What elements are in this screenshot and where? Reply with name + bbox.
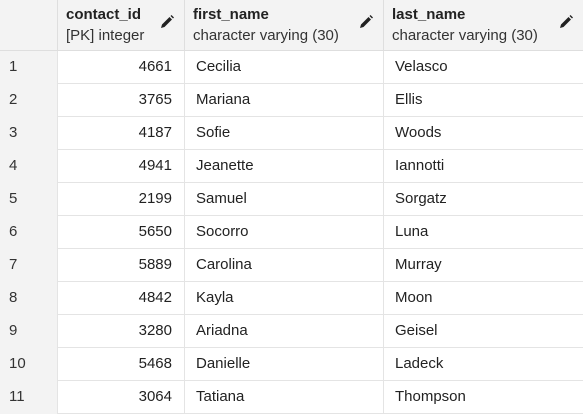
data-output-grid: contact_id [PK] integer first_name chara… — [0, 0, 583, 414]
cell-last-name[interactable]: Luna — [384, 216, 583, 249]
table-row[interactable]: 1 4661 Cecilia Velasco — [0, 51, 583, 84]
row-number[interactable]: 5 — [0, 183, 58, 216]
table-row[interactable]: 7 5889 Carolina Murray — [0, 249, 583, 282]
cell-first-name[interactable]: Jeanette — [185, 150, 384, 183]
cell-contact-id[interactable]: 3280 — [58, 315, 185, 348]
grid-body: 1 4661 Cecilia Velasco 2 3765 Mariana El… — [0, 51, 583, 414]
cell-contact-id[interactable]: 2199 — [58, 183, 185, 216]
table-row[interactable]: 5 2199 Samuel Sorgatz — [0, 183, 583, 216]
cell-contact-id[interactable]: 5889 — [58, 249, 185, 282]
table-row[interactable]: 4 4941 Jeanette Iannotti — [0, 150, 583, 183]
cell-last-name[interactable]: Moon — [384, 282, 583, 315]
pencil-icon[interactable] — [159, 14, 175, 30]
table-row[interactable]: 2 3765 Mariana Ellis — [0, 84, 583, 117]
row-number[interactable]: 2 — [0, 84, 58, 117]
cell-first-name[interactable]: Kayla — [185, 282, 384, 315]
column-header-contact-id[interactable]: contact_id [PK] integer — [58, 0, 185, 51]
cell-contact-id[interactable]: 4941 — [58, 150, 185, 183]
cell-contact-id[interactable]: 4842 — [58, 282, 185, 315]
cell-last-name[interactable]: Iannotti — [384, 150, 583, 183]
row-number[interactable]: 8 — [0, 282, 58, 315]
cell-contact-id[interactable]: 3064 — [58, 381, 185, 414]
cell-first-name[interactable]: Danielle — [185, 348, 384, 381]
cell-first-name[interactable]: Ariadna — [185, 315, 384, 348]
row-number[interactable]: 3 — [0, 117, 58, 150]
row-number[interactable]: 10 — [0, 348, 58, 381]
row-number[interactable]: 11 — [0, 381, 58, 414]
column-header-last-name[interactable]: last_name character varying (30) — [384, 0, 583, 51]
table-row[interactable]: 3 4187 Sofie Woods — [0, 117, 583, 150]
cell-first-name[interactable]: Carolina — [185, 249, 384, 282]
table-row[interactable]: 11 3064 Tatiana Thompson — [0, 381, 583, 414]
cell-last-name[interactable]: Velasco — [384, 51, 583, 84]
table-row[interactable]: 8 4842 Kayla Moon — [0, 282, 583, 315]
cell-contact-id[interactable]: 4661 — [58, 51, 185, 84]
cell-first-name[interactable]: Mariana — [185, 84, 384, 117]
cell-first-name[interactable]: Sofie — [185, 117, 384, 150]
cell-first-name[interactable]: Socorro — [185, 216, 384, 249]
column-type: character varying (30) — [193, 27, 339, 44]
table-row[interactable]: 9 3280 Ariadna Geisel — [0, 315, 583, 348]
cell-last-name[interactable]: Ellis — [384, 84, 583, 117]
cell-last-name[interactable]: Sorgatz — [384, 183, 583, 216]
grid-header: contact_id [PK] integer first_name chara… — [0, 0, 583, 51]
cell-first-name[interactable]: Samuel — [185, 183, 384, 216]
cell-last-name[interactable]: Murray — [384, 249, 583, 282]
cell-first-name[interactable]: Cecilia — [185, 51, 384, 84]
cell-contact-id[interactable]: 5468 — [58, 348, 185, 381]
cell-last-name[interactable]: Woods — [384, 117, 583, 150]
pencil-icon[interactable] — [358, 14, 374, 30]
cell-contact-id[interactable]: 5650 — [58, 216, 185, 249]
table-row[interactable]: 6 5650 Socorro Luna — [0, 216, 583, 249]
cell-last-name[interactable]: Geisel — [384, 315, 583, 348]
cell-last-name[interactable]: Ladeck — [384, 348, 583, 381]
row-number[interactable]: 4 — [0, 150, 58, 183]
row-number[interactable]: 7 — [0, 249, 58, 282]
table-row[interactable]: 10 5468 Danielle Ladeck — [0, 348, 583, 381]
row-number[interactable]: 1 — [0, 51, 58, 84]
column-name: first_name — [193, 6, 269, 23]
column-type: [PK] integer — [66, 27, 145, 44]
cell-last-name[interactable]: Thompson — [384, 381, 583, 414]
cell-first-name[interactable]: Tatiana — [185, 381, 384, 414]
pencil-icon[interactable] — [558, 14, 574, 30]
row-number[interactable]: 9 — [0, 315, 58, 348]
cell-contact-id[interactable]: 4187 — [58, 117, 185, 150]
column-name: contact_id — [66, 6, 142, 23]
row-number-header[interactable] — [0, 0, 58, 51]
column-name: last_name — [392, 6, 466, 23]
column-header-first-name[interactable]: first_name character varying (30) — [185, 0, 384, 51]
column-type: character varying (30) — [392, 27, 538, 44]
cell-contact-id[interactable]: 3765 — [58, 84, 185, 117]
row-number[interactable]: 6 — [0, 216, 58, 249]
